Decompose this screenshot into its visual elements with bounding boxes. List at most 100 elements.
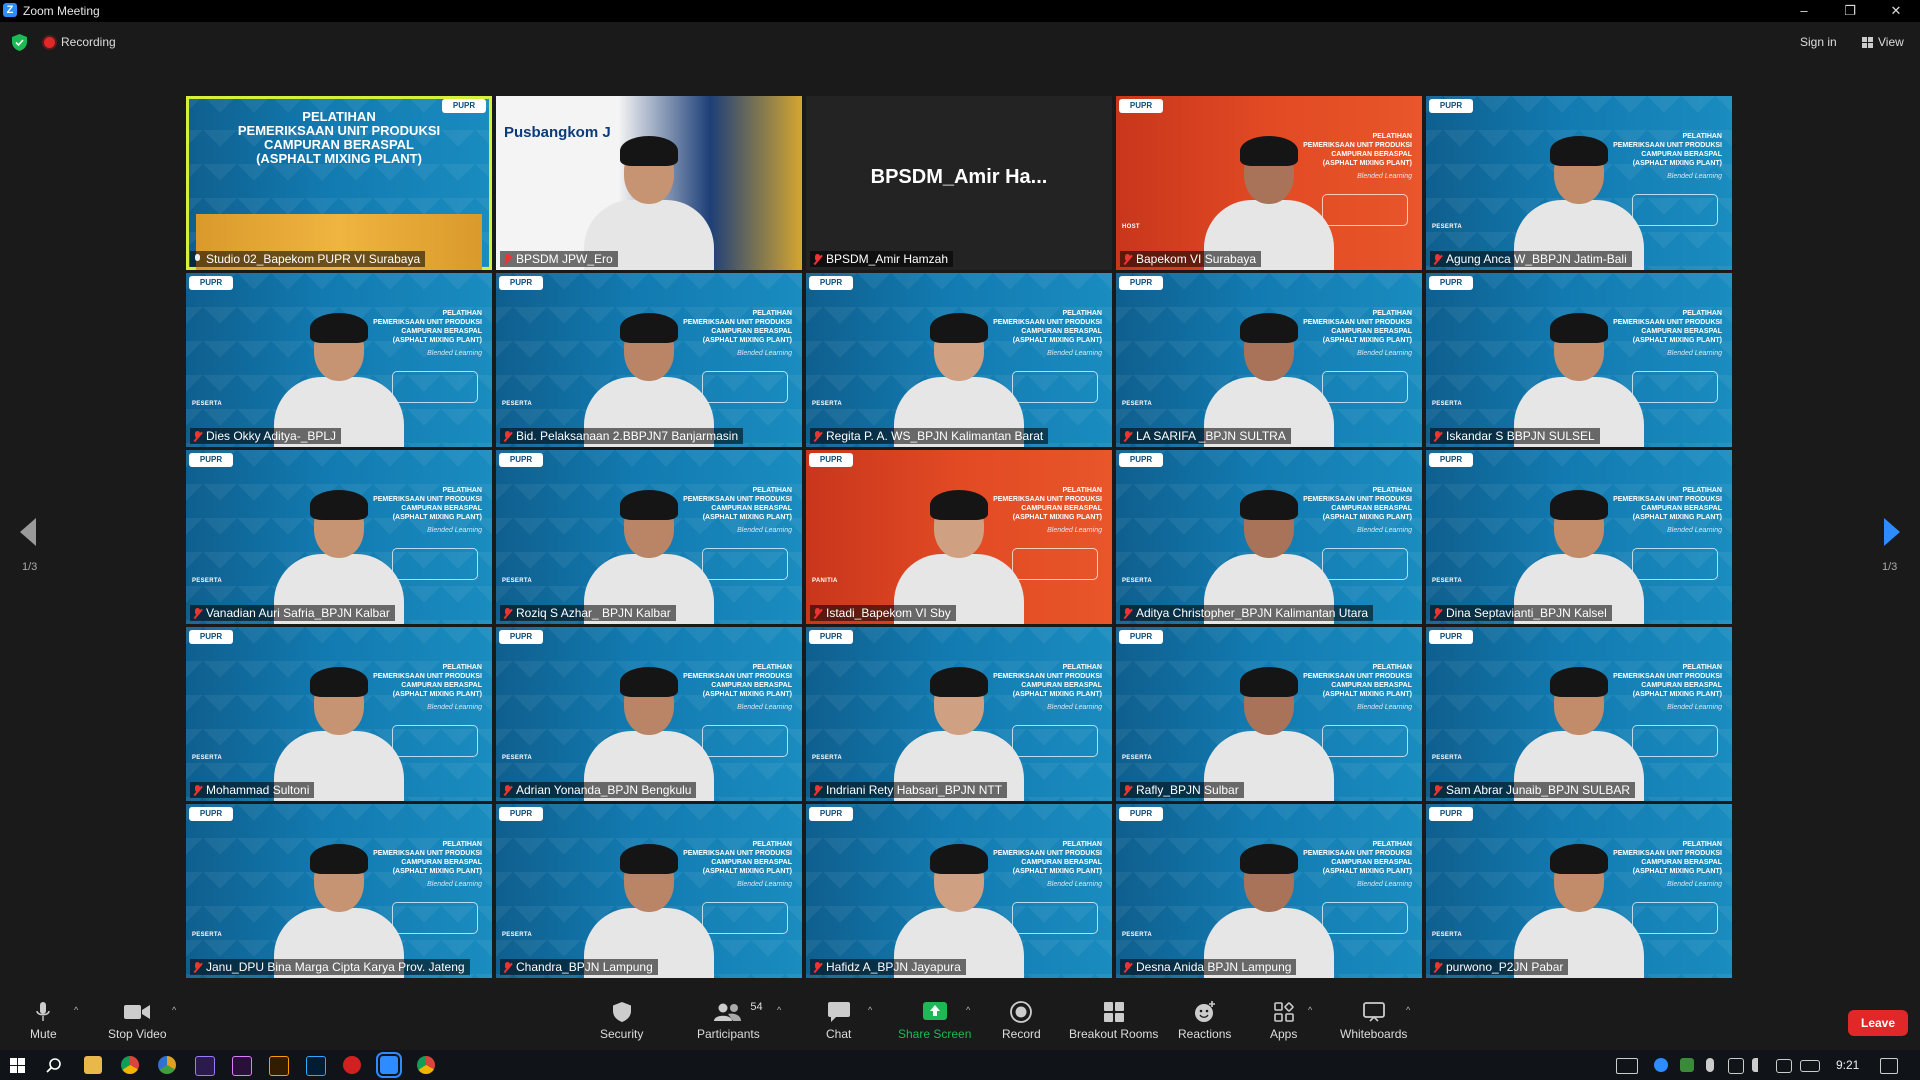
windows-start-icon[interactable]: [10, 1058, 25, 1073]
video-tile[interactable]: PUPR PELATIHAN PEMERIKSAAN UNIT PRODUKSI CA…: [806, 804, 1112, 978]
restore-button[interactable]: ❐: [1828, 1, 1872, 21]
pupr-logo-icon: PUPR: [499, 807, 543, 821]
breakout-rooms-button[interactable]: Breakout Rooms: [1069, 1001, 1158, 1041]
video-tile[interactable]: PUPR PELATIHAN PEMERIKSAAN UNIT PRODUKSI CA…: [1426, 96, 1732, 270]
close-button[interactable]: ✕: [1874, 1, 1918, 21]
nvidia-tray-icon[interactable]: [1680, 1058, 1694, 1072]
file-explorer-icon[interactable]: [84, 1056, 102, 1074]
clock[interactable]: 9:21: [1836, 1058, 1859, 1072]
video-tile[interactable]: BPSDM_Amir Ha... BPSDM_Amir Hamzah: [806, 96, 1112, 270]
notification-box-icon[interactable]: [1616, 1058, 1638, 1074]
pupr-logo-icon: PUPR: [1119, 630, 1163, 644]
video-tile[interactable]: PUPR PELATIHAN PEMERIKSAAN UNIT PRODUKSI CA…: [186, 450, 492, 624]
pupr-logo-icon: PUPR: [1429, 630, 1473, 644]
role-tag: PESERTA: [1432, 755, 1462, 761]
action-center-icon[interactable]: [1880, 1058, 1898, 1074]
video-tile[interactable]: PUPR PELATIHAN PEMERIKSAAN UNIT PRODUKSI CA…: [1426, 273, 1732, 447]
date-box: [1322, 371, 1408, 403]
illustrator-icon[interactable]: [269, 1056, 289, 1076]
date-box: [1012, 548, 1098, 580]
video-tile[interactable]: PUPR PELATIHAN PEMERIKSAAN UNIT PRODUKSI CA…: [806, 273, 1112, 447]
video-tile[interactable]: PUPR PELATIHAN PEMERIKSAAN UNIT PRODUKSI CA…: [496, 450, 802, 624]
premiere-icon[interactable]: [232, 1056, 252, 1076]
video-tile[interactable]: PUPR PELATIHAN PEMERIKSAAN UNIT PRODUKSI CA…: [186, 627, 492, 801]
participant-video: [1204, 838, 1334, 978]
date-box: [1012, 725, 1098, 757]
record-app-icon[interactable]: [343, 1056, 361, 1074]
chat-button[interactable]: Chat: [826, 1001, 851, 1041]
video-tile[interactable]: PUPR PELATIHAN PEMERIKSAAN UNIT PRODUKSI CA…: [186, 96, 492, 270]
reactions-button[interactable]: Reactions: [1178, 1001, 1231, 1041]
video-tile[interactable]: PUPR PELATIHAN PEMERIKSAAN UNIT PRODUKSI CA…: [186, 273, 492, 447]
previous-page-arrow-icon[interactable]: [20, 518, 36, 546]
role-tag: PESERTA: [192, 755, 222, 761]
video-tile[interactable]: PUPR PELATIHAN PEMERIKSAAN UNIT PRODUKSI CA…: [1116, 96, 1422, 270]
breakout-rooms-icon: [1103, 1002, 1124, 1022]
muted-mic-icon: [813, 784, 822, 796]
video-tile[interactable]: Pusbangkom J BPSDM JPW_Ero: [496, 96, 802, 270]
video-tile[interactable]: PUPR PELATIHAN PEMERIKSAAN UNIT PRODUKSI CA…: [806, 627, 1112, 801]
video-tile[interactable]: PUPR PELATIHAN PEMERIKSAAN UNIT PRODUKSI CA…: [496, 804, 802, 978]
stop-video-button[interactable]: Stop Video: [108, 1001, 167, 1041]
participants-caret-icon[interactable]: ^: [777, 1005, 781, 1015]
encryption-shield-icon[interactable]: [12, 34, 27, 51]
meeting-toolbar: Mute ^ Stop Video ^ Security 54 Particip…: [0, 995, 1920, 1047]
video-tile[interactable]: PUPR PELATIHAN PEMERIKSAAN UNIT PRODUKSI CA…: [1426, 627, 1732, 801]
photoshop-icon[interactable]: [306, 1056, 326, 1076]
zoom-tray-icon[interactable]: [1654, 1058, 1668, 1072]
record-button[interactable]: Record: [1002, 1001, 1041, 1041]
after-effects-icon[interactable]: [195, 1056, 215, 1076]
minimize-button[interactable]: –: [1782, 1, 1826, 21]
chrome-icon[interactable]: [121, 1056, 139, 1074]
chrome-icon-2[interactable]: [417, 1056, 435, 1074]
zoom-taskbar-icon[interactable]: [376, 1052, 402, 1078]
pupr-logo-icon: PUPR: [809, 453, 853, 467]
display-tray-icon[interactable]: [1776, 1059, 1792, 1073]
participant-video: [274, 838, 404, 978]
audio-options-caret-icon[interactable]: ^: [74, 1005, 78, 1015]
video-tile[interactable]: PUPR PELATIHAN PEMERIKSAAN UNIT PRODUKSI CA…: [1116, 627, 1422, 801]
chrome-canary-icon[interactable]: [158, 1056, 176, 1074]
security-button[interactable]: Security: [600, 1001, 643, 1041]
recording-indicator[interactable]: Recording: [44, 35, 116, 49]
next-page-arrow-icon[interactable]: [1884, 518, 1900, 546]
participant-name: purwono_P2JN Pabar: [1446, 960, 1564, 974]
apps-caret-icon[interactable]: ^: [1308, 1005, 1312, 1015]
video-tile[interactable]: PUPR PELATIHAN PEMERIKSAAN UNIT PRODUKSI CA…: [1116, 804, 1422, 978]
network-tray-icon[interactable]: [1728, 1058, 1744, 1074]
view-button[interactable]: View: [1862, 35, 1904, 49]
security-shield-icon: [612, 1002, 631, 1022]
reactions-label: Reactions: [1178, 1027, 1232, 1041]
record-icon: [1010, 1001, 1033, 1023]
video-tile[interactable]: PUPR PELATIHAN PEMERIKSAAN UNIT PRODUKSI CA…: [496, 273, 802, 447]
video-tile[interactable]: PUPR PELATIHAN PEMERIKSAAN UNIT PRODUKSI CA…: [496, 627, 802, 801]
apps-button[interactable]: Apps: [1270, 1001, 1297, 1041]
video-tile[interactable]: PUPR PELATIHAN PEMERIKSAAN UNIT PRODUKSI CA…: [806, 450, 1112, 624]
participant-nameplate: BPSDM JPW_Ero: [500, 251, 618, 267]
volume-tray-icon[interactable]: [1752, 1058, 1772, 1072]
participant-video: [584, 307, 714, 447]
video-tile[interactable]: PUPR PELATIHAN PEMERIKSAAN UNIT PRODUKSI CA…: [186, 804, 492, 978]
keyboard-tray-icon[interactable]: [1800, 1060, 1820, 1072]
video-tile[interactable]: PUPR PELATIHAN PEMERIKSAAN UNIT PRODUKSI CA…: [1116, 273, 1422, 447]
role-tag: PESERTA: [502, 932, 532, 938]
video-tile[interactable]: PUPR PELATIHAN PEMERIKSAAN UNIT PRODUKSI CA…: [1426, 804, 1732, 978]
mic-tray-icon[interactable]: [1706, 1058, 1714, 1072]
participants-button[interactable]: 54 Participants: [697, 1001, 763, 1041]
share-caret-icon[interactable]: ^: [966, 1005, 970, 1015]
video-tile[interactable]: PUPR PELATIHAN PEMERIKSAAN UNIT PRODUKSI CA…: [1116, 450, 1422, 624]
video-tile[interactable]: PUPR PELATIHAN PEMERIKSAAN UNIT PRODUKSI CA…: [1426, 450, 1732, 624]
sign-in-button[interactable]: Sign in: [1800, 35, 1837, 49]
mute-button[interactable]: Mute: [30, 1001, 57, 1041]
whiteboards-caret-icon[interactable]: ^: [1406, 1005, 1410, 1015]
muted-mic-icon: [193, 430, 202, 442]
date-box: [1632, 371, 1718, 403]
chat-caret-icon[interactable]: ^: [868, 1005, 872, 1015]
whiteboards-button[interactable]: Whiteboards: [1340, 1001, 1407, 1041]
video-options-caret-icon[interactable]: ^: [172, 1005, 176, 1015]
leave-button[interactable]: Leave: [1848, 1010, 1908, 1036]
search-icon[interactable]: [46, 1058, 61, 1073]
date-box: [702, 725, 788, 757]
pupr-logo-icon: PUPR: [189, 276, 233, 290]
share-screen-button[interactable]: Share Screen: [898, 1001, 971, 1041]
